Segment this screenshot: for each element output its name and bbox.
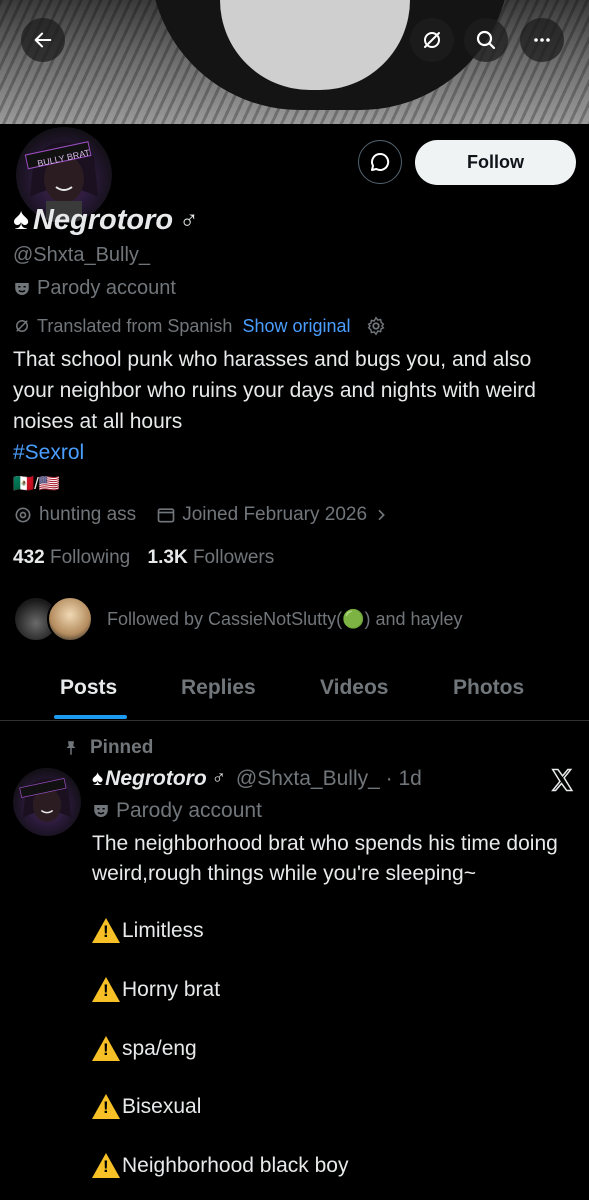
bio-hashtag-link[interactable]: #Sexrol (13, 437, 578, 468)
warning-icon (92, 977, 120, 1002)
profile-tabs: Posts Replies Videos Photos (0, 670, 589, 721)
post-header: ♠ Negrotoro ♂ @Shxta_Bully_ · 1d (92, 767, 422, 791)
location-icon (15, 507, 31, 523)
male-sign-emoji: ♂ (179, 204, 199, 235)
gear-icon[interactable] (365, 315, 387, 337)
profile-handle: @Shxta_Bully_ (13, 244, 151, 266)
profile-banner[interactable] (0, 0, 589, 124)
bullet-text: Bisexual (122, 1094, 202, 1118)
follow-button[interactable]: Follow (415, 140, 576, 185)
active-tab-indicator (54, 715, 127, 719)
bullet-text: Horny brat (122, 977, 221, 1001)
followed-by-row[interactable]: Followed by CassieNotSlutty(🟢) and hayle… (13, 596, 463, 642)
translation-row: Translated from Spanish Show original (13, 315, 387, 337)
followers-label: Followers (192, 547, 275, 568)
tab-photos[interactable]: Photos (453, 676, 524, 700)
pinned-label-row: Pinned (62, 737, 153, 759)
follow-counts: 432 Following 1.3K Followers (13, 547, 274, 569)
post-parody-label: Parody account (116, 799, 262, 822)
post-bullet-5: Neighborhood black boy (92, 1153, 349, 1178)
calendar-icon (157, 508, 175, 523)
profile-name: ♠ Negrotoro ♂ (13, 203, 199, 237)
chevron-right-icon[interactable] (373, 507, 389, 523)
post-author-name[interactable]: Negrotoro (105, 767, 207, 791)
search-icon (476, 30, 496, 50)
post-handle-time[interactable]: @Shxta_Bully_ · 1d (236, 767, 422, 791)
follower-avatar-2 (47, 596, 93, 642)
followers-count: 1.3K (147, 547, 188, 568)
tab-posts[interactable]: Posts (60, 676, 117, 700)
show-original-link[interactable]: Show original (242, 316, 350, 337)
followers-link[interactable]: 1.3K Followers (148, 547, 275, 568)
location-text: hunting ass (39, 504, 137, 525)
followed-by-text: Followed by CassieNotSlutty(🟢) and hayle… (107, 608, 463, 629)
message-bubble-icon (371, 152, 390, 171)
joined-text[interactable]: Joined February 2026 (182, 504, 367, 526)
following-link[interactable]: 432 Following (13, 547, 130, 568)
message-button[interactable] (358, 140, 402, 184)
back-button[interactable] (21, 18, 65, 62)
post-parody-badge: Parody account (92, 799, 262, 823)
parody-label: Parody account (37, 277, 176, 299)
warning-icon (92, 1036, 120, 1061)
pin-icon (66, 741, 76, 755)
bio-text: That school punk who harasses and bugs y… (13, 348, 536, 433)
more-button[interactable] (520, 18, 564, 62)
display-name: Negrotoro (32, 203, 174, 236)
mask-icon (15, 282, 29, 295)
bullet-text: spa/eng (122, 1036, 197, 1060)
translated-label: Translated from Spanish (37, 315, 233, 336)
x-logo-icon[interactable] (548, 766, 576, 799)
tab-replies[interactable]: Replies (181, 676, 256, 700)
bullet-text: Limitless (122, 918, 204, 942)
spade-emoji: ♠ (13, 203, 29, 236)
post-text: The neighborhood brat who spends his tim… (92, 832, 558, 885)
post-male-sign: ♂ (211, 768, 226, 789)
arrow-left-icon (34, 32, 52, 48)
warning-icon (92, 918, 120, 943)
search-button[interactable] (464, 18, 508, 62)
post-spade-emoji: ♠ (92, 767, 104, 790)
post-mask-icon (94, 805, 108, 817)
profile-bio: That school punk who harasses and bugs y… (13, 344, 578, 499)
post-bullet-4: Bisexual (92, 1094, 201, 1119)
warning-icon (92, 1094, 120, 1119)
post-bullet-1: Limitless (92, 918, 204, 943)
following-count: 432 (13, 547, 45, 568)
no-translate-small-icon (16, 320, 28, 332)
post-bullet-3: spa/eng (92, 1036, 197, 1061)
translate-toggle-button[interactable] (410, 18, 454, 62)
following-label: Following (49, 547, 131, 568)
warning-icon (92, 1153, 120, 1178)
post-bullet-2: Horny brat (92, 977, 220, 1002)
no-translate-icon (424, 32, 440, 48)
parody-badge[interactable]: Parody account (13, 277, 176, 300)
tab-videos[interactable]: Videos (320, 676, 388, 700)
pinned-label: Pinned (90, 737, 154, 758)
more-dots-icon (534, 38, 550, 42)
bio-flags: 🇲🇽/🇺🇸 (13, 474, 61, 493)
bullet-text: Neighborhood black boy (122, 1153, 349, 1177)
post-author-avatar[interactable] (13, 768, 81, 836)
profile-meta: hunting ass Joined February 2026 (13, 504, 389, 526)
